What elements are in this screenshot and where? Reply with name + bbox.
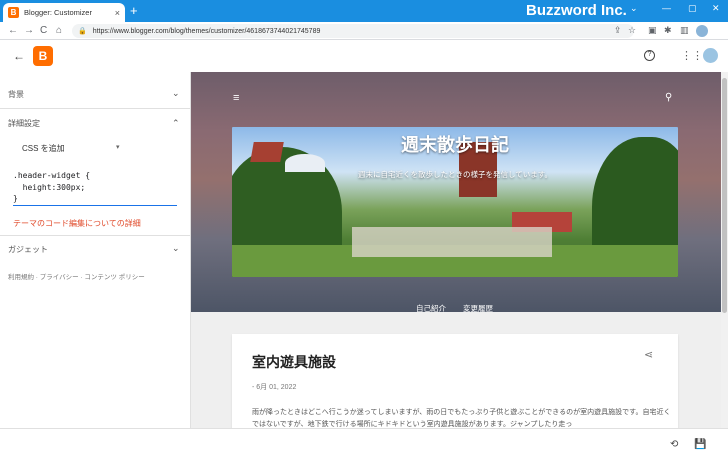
blogger-logo[interactable]: B: [33, 46, 53, 66]
chevron-down-icon[interactable]: ⌄: [172, 88, 180, 99]
maximize-button[interactable]: ▢: [688, 3, 697, 14]
puzzle-icon[interactable]: ✱: [664, 25, 672, 36]
back-arrow-icon[interactable]: ←: [13, 49, 25, 63]
tab-close-icon[interactable]: ×: [115, 8, 120, 18]
blog-title[interactable]: 週末散歩日記: [232, 131, 678, 157]
blog-preview: ≡ ⚲ 週末散歩日記 週末に自宅近くを散歩したときの様子を発信しています。 自己…: [191, 72, 728, 428]
post-card: 室内遊具施設 ⋖ - 6月 01, 2022 雨が降ったときはどこへ行こうか迷っ…: [232, 334, 678, 428]
code-line: }: [13, 194, 18, 203]
browser-tab[interactable]: B Blogger: Customizer ×: [3, 3, 125, 22]
footer-links[interactable]: 利用規約 · プライバシー · コンテンツ ポリシー: [8, 271, 145, 281]
help-icon[interactable]: ?: [644, 50, 655, 61]
css-editor[interactable]: .header-widget { height:300px; }: [13, 170, 177, 206]
profile-avatar[interactable]: [696, 25, 708, 37]
back-nav-icon[interactable]: ←: [8, 25, 18, 36]
bookmark-star-icon[interactable]: ☆: [628, 25, 636, 36]
scrollbar-thumb[interactable]: [722, 78, 727, 313]
tab-title: Blogger: Customizer: [24, 8, 92, 17]
tab-search-icon[interactable]: ⌄: [630, 3, 638, 14]
post-title[interactable]: 室内遊具施設: [252, 352, 336, 372]
share-page-icon[interactable]: ⇪: [614, 25, 622, 36]
url-text: https://www.blogger.com/blog/themes/cust…: [92, 27, 321, 35]
address-bar: ← → C ⌂ 🔒 https://www.blogger.com/blog/t…: [0, 22, 728, 40]
divider: [0, 108, 190, 109]
search-icon[interactable]: ⚲: [665, 92, 672, 103]
chevron-up-icon[interactable]: ⌃: [172, 118, 180, 129]
chevron-down-icon[interactable]: ⌄: [172, 243, 180, 254]
extension-icon[interactable]: ▣: [648, 25, 657, 36]
save-icon[interactable]: 💾: [694, 439, 706, 450]
section-gadgets[interactable]: ガジェット: [8, 244, 48, 255]
customizer-panel: 背景 ⌄ 詳細設定 ⌃ CSS を追加 ▾ .header-widget { h…: [0, 72, 191, 428]
apps-grid-icon[interactable]: ⋮⋮: [681, 49, 703, 62]
post-body: 雨が降ったときはどこへ行こうか迷ってしまいますが、雨の日でもたっぷり子供と遊ぶこ…: [252, 409, 671, 428]
sidebar-icon[interactable]: ▥: [680, 25, 689, 36]
blogger-favicon-icon: B: [8, 7, 19, 18]
code-line: height:300px;: [13, 182, 86, 192]
share-icon[interactable]: ⋖: [644, 348, 653, 361]
theme-code-help-link[interactable]: テーマのコード編集についての詳細: [13, 218, 141, 229]
nav-link-changelog[interactable]: 変更履歴: [463, 303, 493, 314]
blogger-header: ← B ? ⋮⋮: [0, 40, 728, 72]
blog-description: 週末に自宅近くを散歩したときの様子を発信しています。: [357, 170, 553, 179]
divider: [0, 235, 190, 236]
section-background[interactable]: 背景: [8, 89, 24, 100]
section-advanced[interactable]: 詳細設定: [8, 118, 40, 129]
close-window-button[interactable]: ✕: [712, 3, 720, 14]
forward-nav-icon[interactable]: →: [24, 25, 34, 36]
blogger-logo-letter: B: [38, 49, 48, 63]
dropdown-caret-icon[interactable]: ▾: [116, 143, 120, 151]
post-date: - 6月 01, 2022: [252, 384, 297, 391]
hamburger-menu-icon[interactable]: ≡: [233, 92, 239, 104]
new-tab-button[interactable]: +: [130, 4, 138, 18]
minimize-button[interactable]: —: [662, 3, 671, 13]
nav-link-about[interactable]: 自己紹介: [416, 303, 446, 314]
home-icon[interactable]: ⌂: [56, 25, 62, 36]
reload-icon[interactable]: C: [40, 25, 47, 36]
revert-icon[interactable]: ⟲: [670, 439, 678, 450]
url-field[interactable]: 🔒 https://www.blogger.com/blog/themes/cu…: [72, 24, 634, 38]
brand-label: Buzzword Inc.: [526, 2, 627, 19]
user-avatar[interactable]: [703, 48, 718, 63]
lock-icon: 🔒: [78, 28, 87, 35]
bottom-bar: ⟲ 💾: [0, 428, 728, 460]
code-line: .header-widget {: [13, 171, 91, 180]
browser-tabstrip: B Blogger: Customizer × + Buzzword Inc. …: [0, 0, 728, 22]
css-dropdown[interactable]: CSS を追加: [22, 143, 65, 154]
